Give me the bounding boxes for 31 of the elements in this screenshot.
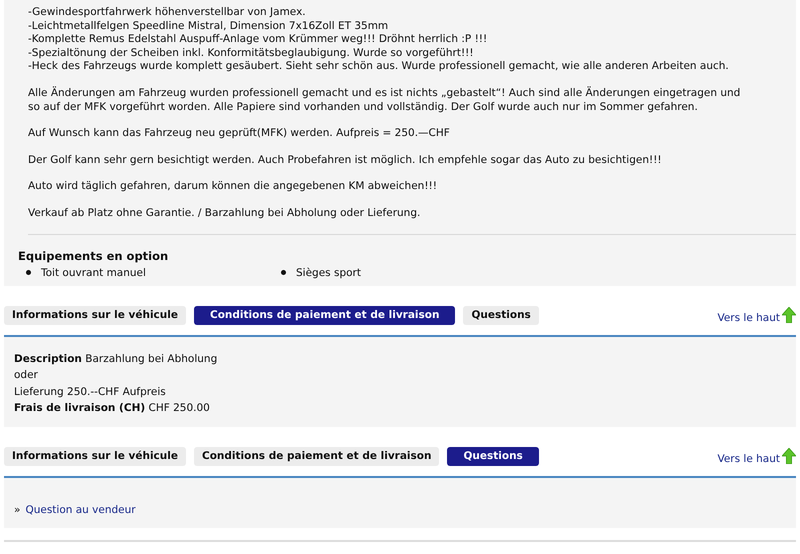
tab[interactable]: Conditions de paiement et de livraison — [194, 306, 456, 325]
description-text: -Spezialtönung der Scheiben inkl. Konformitätsbeglaubigung. Wurde so vorgeführt!!! — [28, 46, 475, 60]
detail-text: Frais de livraison (CH) CHF 250.00 — [14, 401, 211, 416]
description-text: -Komplette Remus Edelstahl Auspuff-Anlage vom Krümmer weg!!! Dröhnt herrlich :P !!! — [28, 33, 488, 47]
description-text: Verkauf ab Platz ohne Garantie. / Barzahlung bei Abholung oder Lieferung. — [28, 206, 422, 221]
section-heading: Equipements en option — [18, 248, 170, 263]
description-text: -Heck des Fahrzeugs wurde komplett gesäubert. Sieht sehr schön aus. Wurde professionell gemacht, wie alle anderen Arbeiten auch. — [28, 60, 730, 74]
back-to-top-link[interactable]: Vers le haut — [717, 312, 780, 324]
tab[interactable]: Questions — [447, 446, 539, 466]
description-text: -Leichtmetallfelgen Speedline Mistral, Dimension 7x16Zoll ET 35mm — [28, 20, 390, 34]
up-arrow-icon[interactable] — [782, 448, 796, 464]
option-item: Sièges sport — [296, 266, 361, 280]
detail-text: Description Barzahlung bei Abholung — [14, 352, 218, 367]
description-text: Auf Wunsch kann das Fahrzeug neu geprüft(MFK) werden. Aufpreis = 250.—CHF — [28, 127, 451, 141]
up-arrow-icon[interactable] — [782, 306, 796, 323]
description-text: -Gewindesportfahrwerk höhenverstellbar von Jamex. — [28, 6, 307, 20]
tab[interactable]: Conditions de paiement et de livraison — [194, 446, 440, 466]
description-text: Auto wird täglich gefahren, darum können die angegebenen KM abweichen!!! — [28, 180, 438, 194]
tab[interactable]: Informations sur le véhicule — [4, 306, 186, 325]
detail-text: Lieferung 250.--CHF Aufpreis — [14, 384, 167, 400]
detail-text: oder — [14, 368, 39, 384]
option-item: Toit ouvrant manuel — [41, 266, 146, 280]
description-text: Alle Änderungen am Fahrzeug wurden professionell gemacht und es ist nichts „gebastelt“! Auch sind alle Änderungen eingetragen und so auf der MFK vorgeführt worden. Alle Papiere sind vorhanden und vollständig. Der Golf wurde auch nur im Sommer gefahren. — [28, 86, 742, 114]
link-prefix: » — [14, 504, 20, 516]
question-link[interactable]: Question au vendeur — [25, 504, 136, 516]
description-text: Der Golf kann sehr gern besichtigt werden. Auch Probefahren ist möglich. Ich empfehle sogar das Auto zu besichtigen!!! — [28, 154, 663, 168]
back-to-top-link[interactable]: Vers le haut — [717, 452, 780, 465]
tab[interactable]: Questions — [463, 306, 539, 325]
tab[interactable]: Informations sur le véhicule — [4, 446, 186, 466]
bullet-icon — [26, 270, 31, 276]
bullet-icon — [281, 270, 286, 276]
